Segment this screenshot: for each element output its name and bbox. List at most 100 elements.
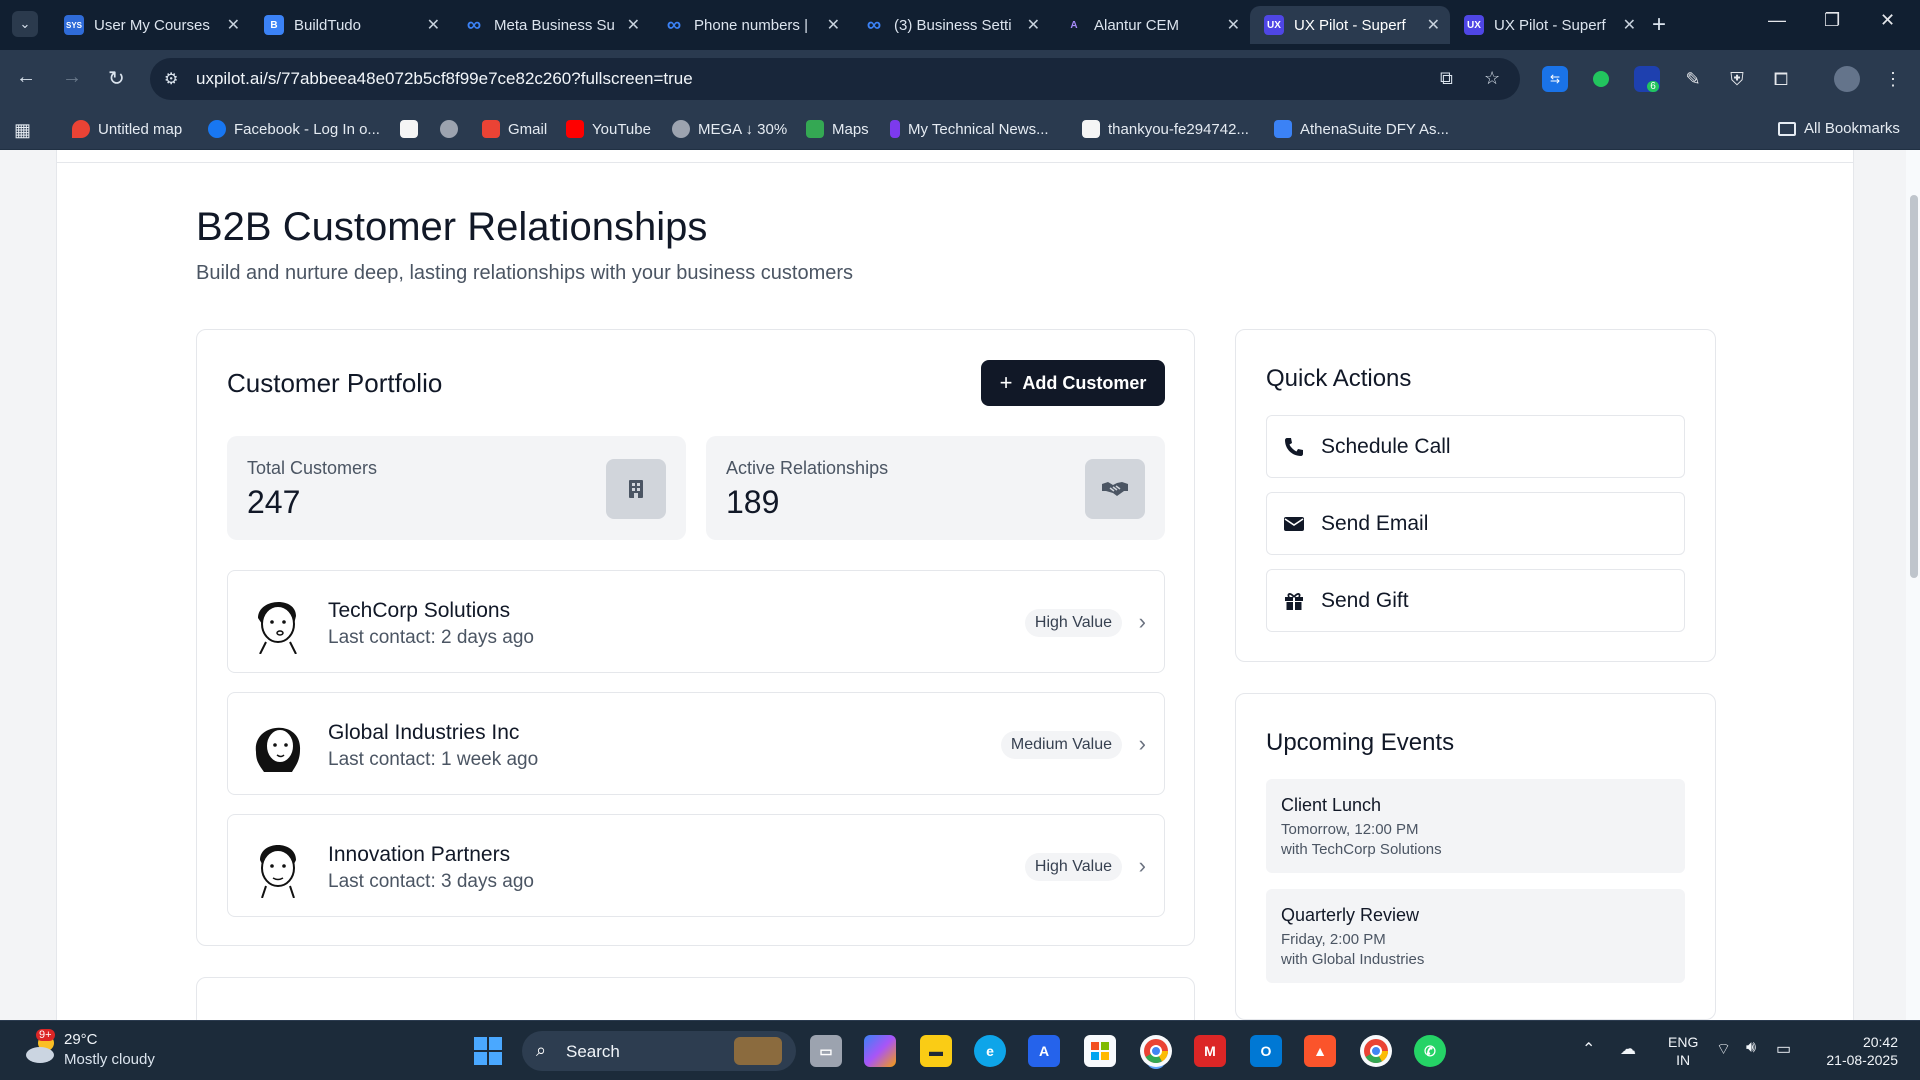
chevron-up-icon[interactable]: ⌃ (1582, 1039, 1595, 1059)
wifi-icon[interactable]: ⌔ (1716, 1039, 1731, 1059)
extension-icon[interactable]: ⇆ (1542, 66, 1568, 92)
clock[interactable]: 20:42 21-08-2025 (1818, 1033, 1898, 1069)
avatar (248, 712, 308, 776)
new-tab-button[interactable]: + (1652, 11, 1666, 39)
send-gift-button[interactable]: Send Gift (1266, 569, 1685, 632)
tab-strip: ⌄ SYS User My Courses ✕ B BuildTudo ✕ ∞ … (0, 0, 1920, 50)
close-icon[interactable]: ✕ (427, 15, 440, 35)
chevron-right-icon[interactable]: › (1139, 731, 1146, 757)
chrome-icon[interactable] (1140, 1035, 1172, 1067)
whatsapp-icon[interactable]: ✆ (1414, 1035, 1446, 1067)
weather-description[interactable]: Mostly cloudy (64, 1051, 155, 1068)
windows-start-icon[interactable] (474, 1037, 502, 1065)
close-icon[interactable]: ✕ (1027, 15, 1040, 35)
search-highlight-image (734, 1037, 782, 1065)
tab-ux-pilot-active[interactable]: UX UX Pilot - Superf ✕ (1250, 6, 1450, 44)
bookmark-untitled-map[interactable]: Untitled map (72, 120, 182, 138)
mcafee-icon[interactable]: M (1194, 1035, 1226, 1067)
back-icon[interactable]: ← (16, 66, 36, 89)
customer-row[interactable]: Innovation Partners Last contact: 3 days… (227, 814, 1165, 917)
last-contact: Last contact: 3 days ago (328, 871, 534, 892)
install-app-icon[interactable]: ⧉ (1440, 68, 1453, 89)
reload-icon[interactable]: ↻ (108, 66, 125, 91)
tab-business-settings[interactable]: ∞ (3) Business Setti ✕ (850, 6, 1050, 44)
chrome-profile-icon[interactable] (1360, 1035, 1392, 1067)
brave-icon[interactable]: ▲ (1304, 1035, 1336, 1067)
puzzle-icon[interactable]: ⧠ (1768, 66, 1794, 92)
temperature[interactable]: 29°C (64, 1031, 98, 1048)
onedrive-icon[interactable]: ☁ (1620, 1039, 1636, 1059)
url-text[interactable]: uxpilot.ai/s/77abbeea48e072b5cf8f99e7ce8… (196, 69, 693, 89)
page-canvas: B2B Customer Relationships Build and nur… (56, 150, 1854, 1037)
bookmark-label: YouTube (592, 120, 651, 138)
event-item[interactable]: Client Lunch Tomorrow, 12:00 PM with Tec… (1266, 779, 1685, 873)
add-customer-button[interactable]: + Add Customer (981, 360, 1165, 406)
language-indicator[interactable]: ENG IN (1668, 1033, 1698, 1069)
tab-title: BuildTudo (294, 16, 361, 34)
close-icon[interactable]: ✕ (627, 15, 640, 35)
file-explorer-icon[interactable]: ▬ (920, 1035, 952, 1067)
apps-icon[interactable]: ▦ (14, 120, 31, 141)
customer-row[interactable]: TechCorp Solutions Last contact: 2 days … (227, 570, 1165, 673)
close-icon[interactable]: ✕ (827, 15, 840, 35)
volume-icon[interactable]: 🔊︎ (1746, 1039, 1756, 1057)
menu-icon[interactable]: ⋮ (1880, 66, 1906, 92)
bookmark-globe[interactable] (440, 120, 466, 138)
forward-icon[interactable]: → (62, 66, 82, 89)
bookmark-gmail[interactable]: Gmail (482, 120, 547, 138)
chevron-right-icon[interactable]: › (1139, 853, 1146, 879)
eyedropper-icon[interactable]: ✎ (1680, 66, 1706, 92)
tab-search-button[interactable]: ⌄ (12, 11, 38, 37)
map-pin-icon (72, 120, 90, 138)
schedule-call-button[interactable]: Schedule Call (1266, 415, 1685, 478)
address-bar[interactable]: ⚙ uxpilot.ai/s/77abbeea48e072b5cf8f99e7c… (150, 58, 1520, 100)
edge-icon[interactable]: e (974, 1035, 1006, 1067)
send-email-button[interactable]: Send Email (1266, 492, 1685, 555)
minimize-button[interactable]: — (1768, 10, 1786, 31)
tab-ux-pilot[interactable]: UX UX Pilot - Superf ✕ (1450, 6, 1646, 44)
extension-status-icon[interactable] (1588, 66, 1614, 92)
bookmark-youtube[interactable]: YouTube (566, 120, 651, 138)
extension-counter-icon[interactable]: 6 (1634, 66, 1660, 92)
all-bookmarks[interactable]: All Bookmarks (1778, 120, 1900, 137)
bookmark-maps[interactable]: Maps (806, 120, 869, 138)
app-icon[interactable]: A (1028, 1035, 1060, 1067)
tab-phone-numbers[interactable]: ∞ Phone numbers | ✕ (650, 6, 850, 44)
profile-avatar[interactable] (1834, 66, 1860, 92)
bookmark-athenasuite[interactable]: AthenaSuite DFY As... (1274, 120, 1449, 138)
event-date: Friday, 2:00 PM (1281, 931, 1386, 948)
site-info-icon[interactable]: ⚙ (164, 69, 178, 89)
taskbar-search[interactable]: ⌕ Search (522, 1031, 796, 1071)
event-title: Client Lunch (1281, 795, 1382, 815)
tab-user-my-courses[interactable]: SYS User My Courses ✕ (50, 6, 250, 44)
chevron-right-icon[interactable]: › (1139, 609, 1146, 635)
tab-buildtudo[interactable]: B BuildTudo ✕ (250, 6, 450, 44)
weather-icon[interactable]: 9+ (22, 1029, 62, 1067)
close-icon[interactable]: ✕ (1227, 15, 1240, 35)
close-icon[interactable]: ✕ (227, 15, 240, 35)
taskbar: 9+ 29°C Mostly cloudy ⌕ Search ▭ ▬ e A M… (0, 1020, 1920, 1080)
outlook-icon[interactable]: O (1250, 1035, 1282, 1067)
tab-meta-business-suite[interactable]: ∞ Meta Business Su ✕ (450, 6, 650, 44)
globe-icon (440, 120, 458, 138)
bookmark-thankyou[interactable]: thankyou-fe294742... (1082, 120, 1249, 138)
copilot-icon[interactable] (864, 1035, 896, 1067)
shield-icon[interactable]: ⛨ (1724, 66, 1750, 92)
close-icon[interactable]: ✕ (1427, 15, 1440, 35)
microsoft-store-icon[interactable] (1084, 1035, 1116, 1067)
scrollbar-thumb[interactable] (1910, 195, 1918, 578)
bookmark-technical-news[interactable]: My Technical News... (890, 120, 1049, 138)
customer-row[interactable]: Global Industries Inc Last contact: 1 we… (227, 692, 1165, 795)
bookmark-star-icon[interactable]: ☆ (1484, 68, 1500, 89)
close-icon[interactable]: ✕ (1623, 15, 1636, 35)
tab-title: Meta Business Su (494, 16, 615, 34)
bookmark-facebook[interactable]: Facebook - Log In o... (208, 120, 380, 138)
close-window-button[interactable]: ✕ (1880, 10, 1895, 31)
bookmark-icon-only[interactable] (400, 120, 426, 138)
battery-icon[interactable]: ▭ (1776, 1039, 1791, 1059)
restore-button[interactable]: ❐ (1824, 10, 1840, 31)
tab-alantur-cem[interactable]: A Alantur CEM ✕ (1050, 6, 1250, 44)
bookmark-mega[interactable]: MEGA ↓ 30% (672, 120, 787, 138)
task-view-icon[interactable]: ▭ (810, 1035, 842, 1067)
event-item[interactable]: Quarterly Review Friday, 2:00 PM with Gl… (1266, 889, 1685, 983)
